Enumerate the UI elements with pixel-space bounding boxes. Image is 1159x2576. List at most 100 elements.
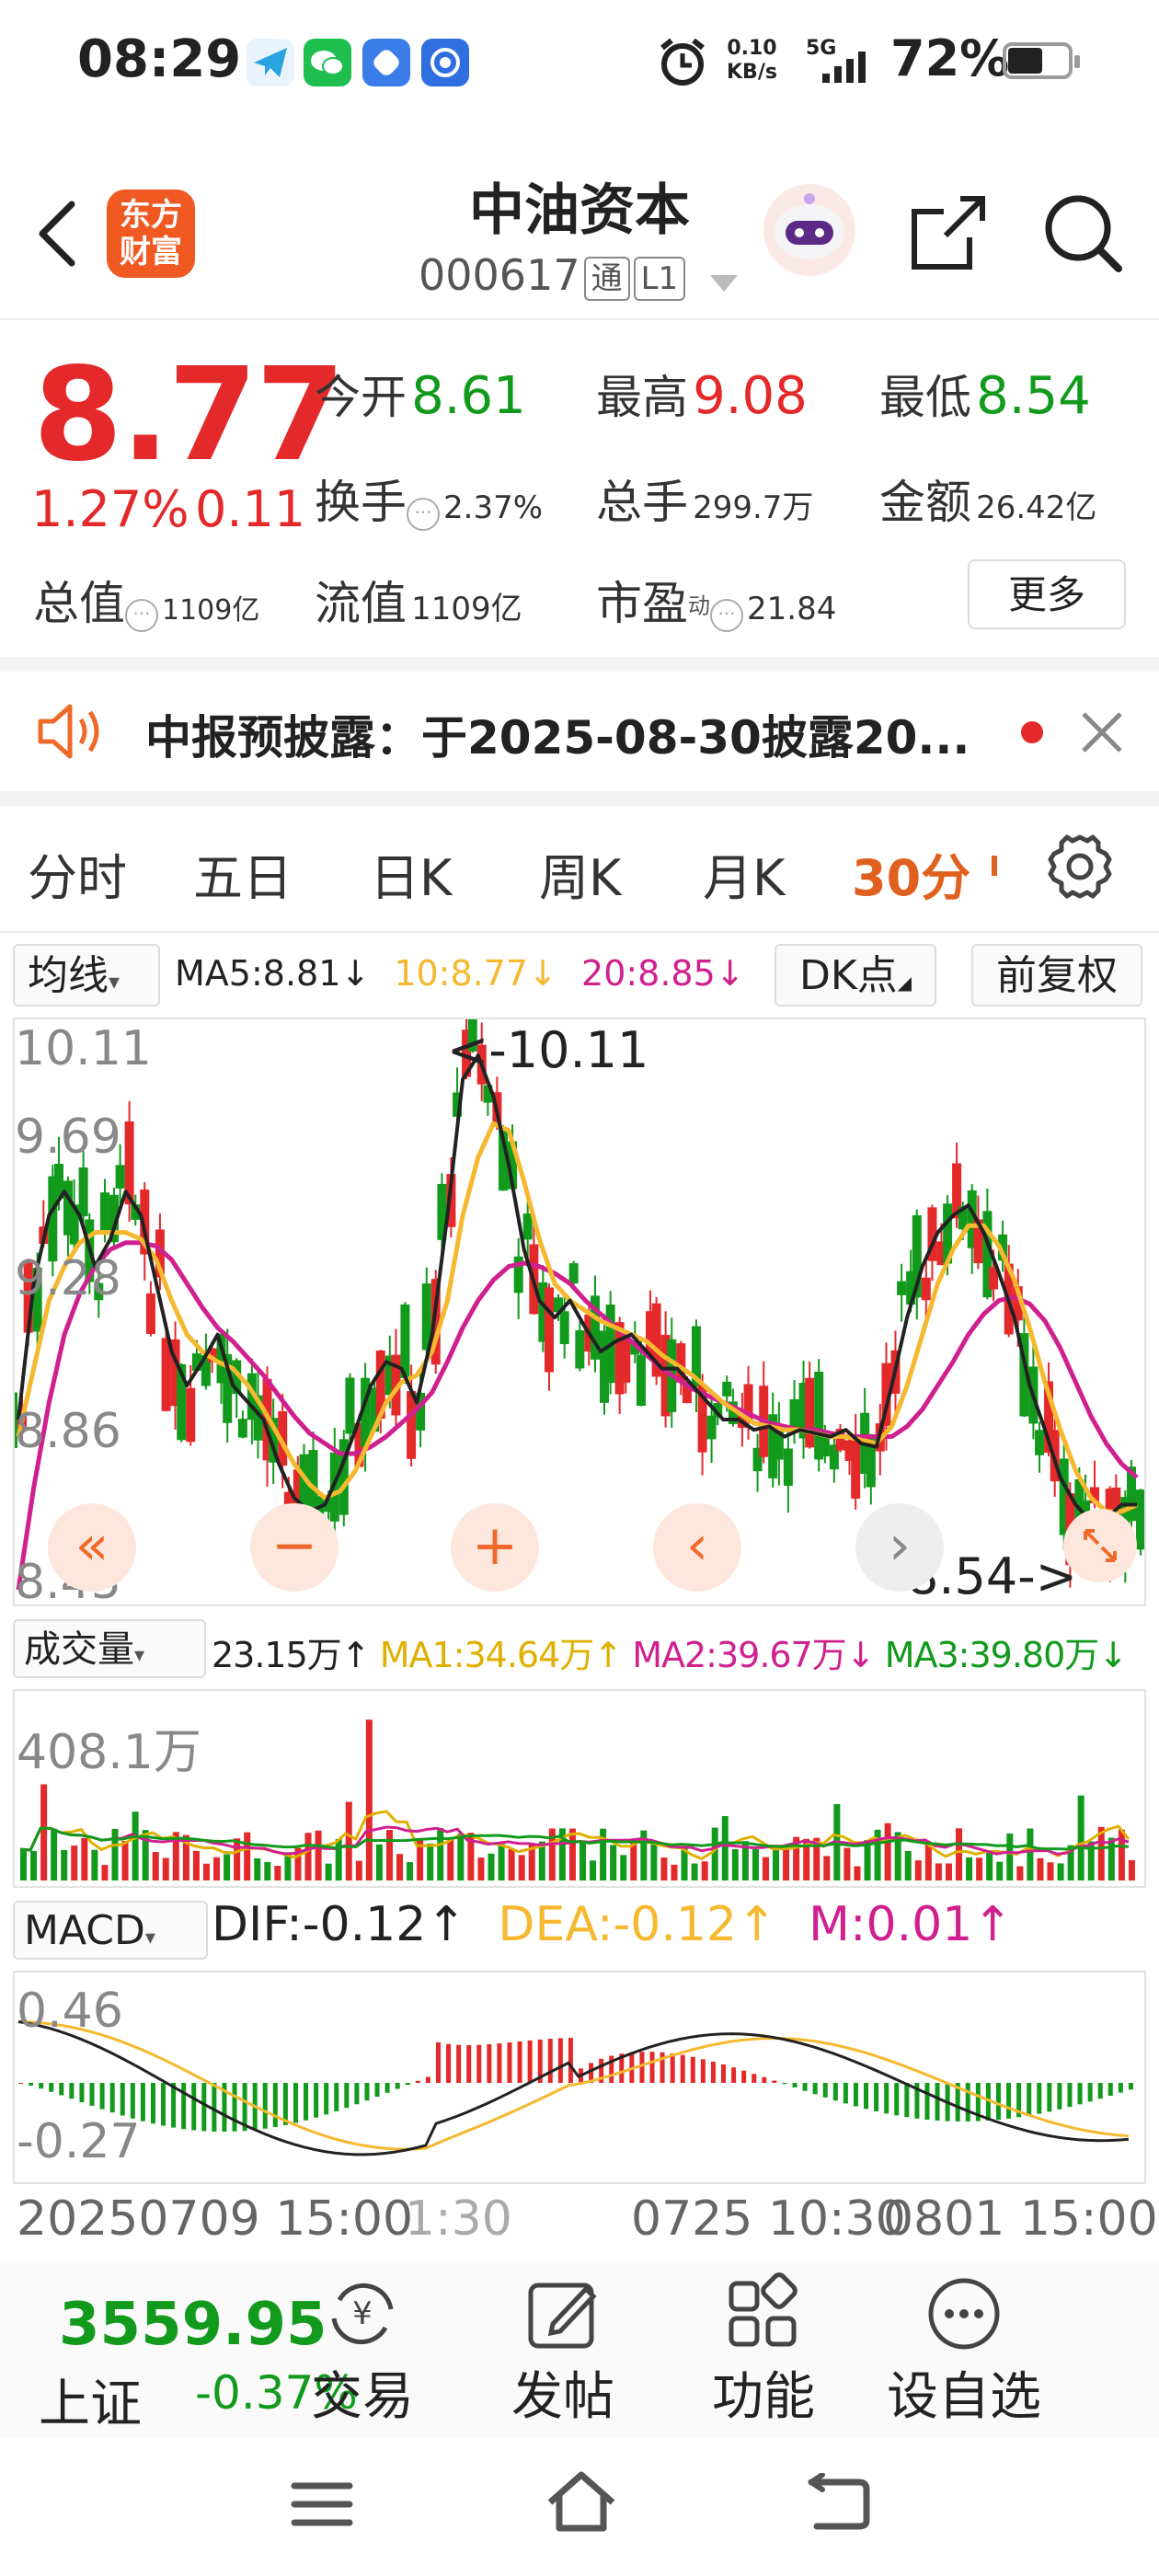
macd-bar xyxy=(1006,2083,1012,2119)
kline-chart[interactable] xyxy=(13,1018,1146,1606)
macd-selector[interactable]: MACD▾ xyxy=(13,1901,208,1960)
volume-bar xyxy=(284,1853,292,1880)
ma10-value: 10:8.77↓ xyxy=(394,953,557,994)
level-tag: L1 xyxy=(633,256,686,301)
search-icon[interactable] xyxy=(1041,191,1124,278)
candle xyxy=(851,1440,861,1499)
macd-bar xyxy=(99,2083,105,2110)
macd-bar xyxy=(700,2059,706,2083)
amount-field: 金额 26.42亿 xyxy=(879,476,1097,529)
bottom-item-0[interactable]: ¥ 交易 xyxy=(270,2272,454,2430)
tab-1[interactable]: 五日 xyxy=(193,837,293,910)
macd-bar xyxy=(150,2083,155,2124)
macd-bar xyxy=(1037,2083,1042,2114)
candle xyxy=(186,1387,196,1443)
volume-bar xyxy=(498,1843,505,1880)
volume-bar xyxy=(508,1848,515,1880)
macd-bar xyxy=(904,2083,910,2118)
macd-bar xyxy=(354,2083,360,2105)
index-name: 上证 xyxy=(39,2375,142,2434)
bottom-item-3[interactable]: 设自选 xyxy=(872,2272,1056,2430)
volume-bar xyxy=(1057,1863,1064,1880)
close-icon[interactable] xyxy=(1078,708,1126,760)
zoom-out-button[interactable]: − xyxy=(250,1503,339,1592)
candle xyxy=(783,1448,793,1486)
macd-bar xyxy=(201,2083,207,2132)
macd-bar xyxy=(935,2083,940,2121)
volume-bar xyxy=(254,1857,261,1880)
open-field: 今开 8.61 xyxy=(315,366,526,426)
menu-nav-icon[interactable] xyxy=(291,2477,353,2536)
ma-values: MA5:8.81↓ 10:8.77↓ 20:8.85↓ xyxy=(175,953,745,994)
volume-bar xyxy=(783,1847,790,1880)
volume-bar xyxy=(884,1823,891,1880)
ma-selector[interactable]: 均线▾ xyxy=(13,944,160,1006)
tab-2[interactable]: 日K xyxy=(370,837,452,910)
macd-bar xyxy=(690,2056,695,2083)
macd-bar xyxy=(18,2083,23,2084)
macd-bar xyxy=(832,2083,838,2101)
adjust-button[interactable]: 前复权 xyxy=(971,944,1142,1006)
volume-bar xyxy=(437,1828,444,1880)
stock-code-selector[interactable]: 000617 通 L1 xyxy=(419,250,740,304)
macd-bar xyxy=(507,2042,512,2083)
tab-0[interactable]: 分时 xyxy=(28,837,127,910)
volume-bar xyxy=(477,1857,485,1880)
macd-bar xyxy=(476,2044,482,2083)
candle xyxy=(559,1311,569,1344)
svg-text:¥: ¥ xyxy=(352,2295,373,2332)
turnover-field: 换手 ··· 2.37% xyxy=(315,476,544,531)
macd-bar xyxy=(721,2064,727,2083)
tab-4[interactable]: 月K xyxy=(703,837,785,910)
volume-values: 23.15万↑ MA1:34.64万↑ MA2:39.67万↓ MA3:39.8… xyxy=(212,1635,1128,1675)
candle xyxy=(789,1398,799,1429)
candle xyxy=(115,1165,125,1189)
yen-cycle-icon: ¥ xyxy=(270,2272,454,2355)
volume-bar xyxy=(447,1837,454,1880)
volume-bar xyxy=(945,1863,952,1880)
macd-bar xyxy=(1047,2083,1052,2112)
volume-selector[interactable]: 成交量▾ xyxy=(13,1619,206,1678)
macd-chart[interactable] xyxy=(13,1971,1146,2184)
grid-icon xyxy=(671,2272,855,2355)
volume-bar xyxy=(304,1833,312,1880)
macd-bar xyxy=(161,2083,166,2126)
notice-text[interactable]: 中报预披露：于2025-08-30披露20... xyxy=(145,701,970,767)
tab-3[interactable]: 周K xyxy=(539,837,621,910)
tab-5[interactable]: 30分 xyxy=(852,837,970,910)
candle xyxy=(568,1263,579,1284)
robot-assistant-icon[interactable] xyxy=(760,180,859,283)
expand-icon[interactable] xyxy=(1063,1509,1137,1582)
macd-bar xyxy=(1128,2083,1133,2090)
home-nav-icon[interactable] xyxy=(545,2469,618,2537)
scroll-left-fast-button[interactable]: « xyxy=(48,1503,136,1592)
macd-bar xyxy=(874,2083,879,2111)
macd-bar xyxy=(792,2083,798,2087)
volume-bar xyxy=(1128,1859,1135,1880)
macd-bar xyxy=(120,2083,125,2116)
volume-bar xyxy=(111,1828,119,1880)
scroll-right-button[interactable]: › xyxy=(855,1503,944,1592)
ma20-value: 20:8.85↓ xyxy=(581,953,745,994)
candle xyxy=(99,1192,109,1231)
zoom-in-button[interactable]: + xyxy=(451,1503,539,1592)
volume-bar xyxy=(762,1857,769,1880)
volume-bar xyxy=(854,1866,861,1880)
candle xyxy=(78,1167,88,1217)
macd-bar xyxy=(191,2083,197,2131)
volume-bar xyxy=(457,1834,465,1880)
back-nav-icon[interactable] xyxy=(804,2472,872,2536)
dk-point-button[interactable]: DK点◢ xyxy=(775,944,936,1006)
volume-bar xyxy=(1037,1857,1044,1880)
more-button[interactable]: 更多 xyxy=(968,559,1126,629)
share-icon[interactable] xyxy=(909,193,988,276)
volume-bar xyxy=(1077,1795,1084,1880)
macd-bar xyxy=(527,2040,533,2083)
app-icon-target xyxy=(421,39,469,86)
volume-bar xyxy=(620,1855,627,1880)
settings-gear-icon[interactable] xyxy=(1045,832,1115,905)
bottom-item-1[interactable]: 发帖 xyxy=(471,2272,655,2430)
volume-bar xyxy=(40,1784,48,1880)
scroll-left-button[interactable]: ‹ xyxy=(653,1503,741,1592)
bottom-item-2[interactable]: 功能 xyxy=(671,2272,855,2430)
